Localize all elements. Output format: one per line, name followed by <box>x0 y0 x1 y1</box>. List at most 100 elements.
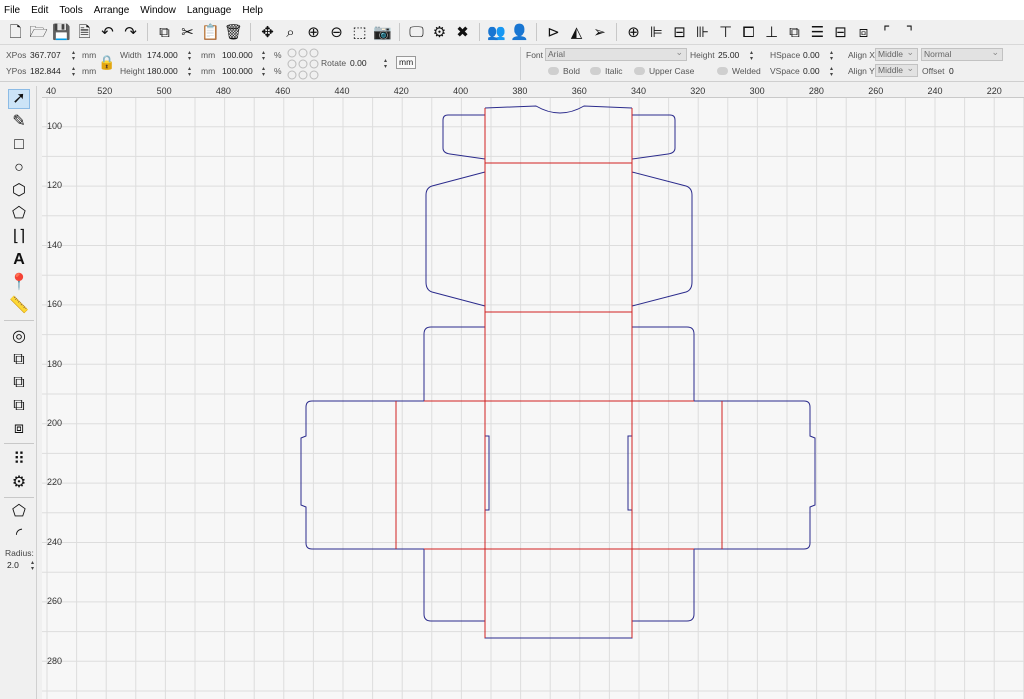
score-lines[interactable] <box>395 108 723 638</box>
alignx-select[interactable]: Middle <box>875 47 918 61</box>
ypos-spinner[interactable]: ▴ ▾ <box>72 66 75 78</box>
text-icon[interactable]: A <box>8 250 30 270</box>
scale-w-field[interactable]: 100.000 <box>222 50 253 60</box>
anchor-grid-icon[interactable] <box>287 48 319 80</box>
aligny-select[interactable]: Middle <box>875 63 918 77</box>
polygon-icon[interactable]: ⬡ <box>8 181 30 201</box>
menu-tools[interactable]: Tools <box>59 5 82 16</box>
menu-language[interactable]: Language <box>187 5 232 16</box>
mode-select[interactable]: Normal <box>921 47 1003 61</box>
zoom-out-icon[interactable]: ⊖ <box>327 23 346 42</box>
camera-icon[interactable]: 📷 <box>373 23 392 42</box>
delete-icon[interactable]: 🗑 <box>224 23 243 42</box>
copy-icon[interactable]: ⧉ <box>155 23 174 42</box>
array-grid-icon[interactable]: ⠿ <box>8 450 30 470</box>
align-bottom-icon[interactable]: ⊥ <box>762 23 781 42</box>
align-center-icon[interactable]: ⊟ <box>670 23 689 42</box>
measure-icon[interactable]: 📏 <box>8 296 30 316</box>
send-to-icon[interactable]: ➢ <box>590 23 609 42</box>
rectangle-icon[interactable]: □ <box>8 135 30 155</box>
top-left-dust-flap[interactable] <box>442 114 486 160</box>
back-left-flap[interactable] <box>423 326 485 401</box>
select-arrow-icon[interactable]: ➚ <box>8 89 30 109</box>
corner-tl-icon[interactable]: ⌜ <box>877 23 896 42</box>
right-lock-slot[interactable] <box>627 435 632 511</box>
menu-file[interactable]: File <box>4 5 20 16</box>
vspace-spinner[interactable]: ▴ ▾ <box>830 66 833 78</box>
italic-toggle[interactable] <box>590 67 601 75</box>
offset-field[interactable]: 0 <box>949 66 954 76</box>
xpos-field[interactable]: 367.707 <box>30 50 61 60</box>
union-icon[interactable]: ⧉ <box>8 373 30 393</box>
lid-right-flap[interactable] <box>631 171 693 307</box>
left-lock-slot[interactable] <box>485 435 490 511</box>
top-tuck-flap[interactable] <box>484 105 633 163</box>
cut-outline[interactable] <box>300 105 816 639</box>
zoom-fit-icon[interactable]: ⌕ <box>281 23 300 42</box>
hspace-field[interactable]: 0.00 <box>803 50 820 60</box>
save-file-icon[interactable]: 💾 <box>52 23 71 42</box>
distribute-h-icon[interactable]: ⧉ <box>785 23 804 42</box>
zoom-in-icon[interactable]: ⊕ <box>304 23 323 42</box>
scale-h-spinner[interactable]: ▴ ▾ <box>262 66 265 78</box>
ypos-field[interactable]: 182.844 <box>30 66 61 76</box>
menu-edit[interactable]: Edit <box>31 5 48 16</box>
welded-toggle[interactable] <box>717 67 728 75</box>
front-panel-edge[interactable] <box>484 621 633 639</box>
offset-icon[interactable]: ◎ <box>8 327 30 347</box>
select-rect-icon[interactable]: ⬚ <box>350 23 369 42</box>
radius-spinner[interactable]: ▴ ▾ <box>31 560 34 572</box>
weld-icon[interactable]: ⧉ <box>8 350 30 370</box>
same-height-icon[interactable]: ⧈ <box>854 23 873 42</box>
scale-w-spinner[interactable]: ▴ ▾ <box>262 50 265 62</box>
subtract-icon[interactable]: ⧉ <box>8 396 30 416</box>
align-left-icon[interactable]: ⊫ <box>647 23 666 42</box>
position-icon[interactable]: ⌊⌉ <box>8 227 30 247</box>
bold-toggle[interactable] <box>548 67 559 75</box>
undo-icon[interactable]: ↶ <box>98 23 117 42</box>
top-right-dust-flap[interactable] <box>631 114 676 160</box>
ellipse-icon[interactable]: ○ <box>8 158 30 178</box>
rotate-field[interactable]: 0.00 <box>350 58 367 68</box>
new-file-icon[interactable]: 🗋 <box>6 23 25 42</box>
move-icon[interactable]: ✥ <box>258 23 277 42</box>
text-height-field[interactable]: 25.00 <box>718 50 739 60</box>
monitor-icon[interactable]: 🖵 <box>407 23 426 42</box>
lid-left-flap[interactable] <box>425 171 486 307</box>
corner-round-icon[interactable]: ◜ <box>8 525 30 545</box>
front-left-flap[interactable] <box>423 549 485 622</box>
base-right-wing[interactable] <box>694 400 816 550</box>
paste-icon[interactable]: 📋 <box>201 23 220 42</box>
align-right-icon[interactable]: ⊪ <box>693 23 712 42</box>
uppercase-toggle[interactable] <box>634 67 645 75</box>
rotate-spinner[interactable]: ▴ ▾ <box>384 58 387 70</box>
settings-icon[interactable]: ⚙ <box>430 23 449 42</box>
radius-field[interactable]: 2.0 <box>7 560 19 570</box>
redo-icon[interactable]: ↷ <box>121 23 140 42</box>
text-height-spinner[interactable]: ▴ ▾ <box>750 50 753 62</box>
base-left-wing[interactable] <box>300 400 424 550</box>
corner-edit-icon[interactable]: ⬠ <box>8 502 30 522</box>
tools-icon[interactable]: ✖ <box>453 23 472 42</box>
hspace-spinner[interactable]: ▴ ▾ <box>830 50 833 62</box>
cut-icon[interactable]: ✂ <box>178 23 197 42</box>
height-spinner[interactable]: ▴ ▾ <box>188 66 191 78</box>
location-pin-icon[interactable]: 📍 <box>8 273 30 293</box>
canvas[interactable] <box>42 86 1024 699</box>
align-top-icon[interactable]: ⊤ <box>716 23 735 42</box>
back-right-flap[interactable] <box>632 326 695 401</box>
vspace-field[interactable]: 0.00 <box>803 66 820 76</box>
pentagon-icon[interactable]: ⬠ <box>8 204 30 224</box>
height-field[interactable]: 180.000 <box>147 66 178 76</box>
menu-arrange[interactable]: Arrange <box>94 5 130 16</box>
open-file-icon[interactable]: 🗁 <box>29 23 48 42</box>
mirror-vertical-icon[interactable]: ◭ <box>567 23 586 42</box>
font-select[interactable]: Arial <box>545 47 687 61</box>
width-spinner[interactable]: ▴ ▾ <box>188 50 191 62</box>
corner-tr-icon[interactable]: ⌝ <box>900 23 919 42</box>
menu-window[interactable]: Window <box>140 5 176 16</box>
distribute-v-icon[interactable]: ☰ <box>808 23 827 42</box>
mirror-horizontal-icon[interactable]: ⊳ <box>544 23 563 42</box>
align-middle-icon[interactable]: ⧠ <box>739 23 758 42</box>
group-users-icon[interactable]: 👥 <box>487 23 506 42</box>
